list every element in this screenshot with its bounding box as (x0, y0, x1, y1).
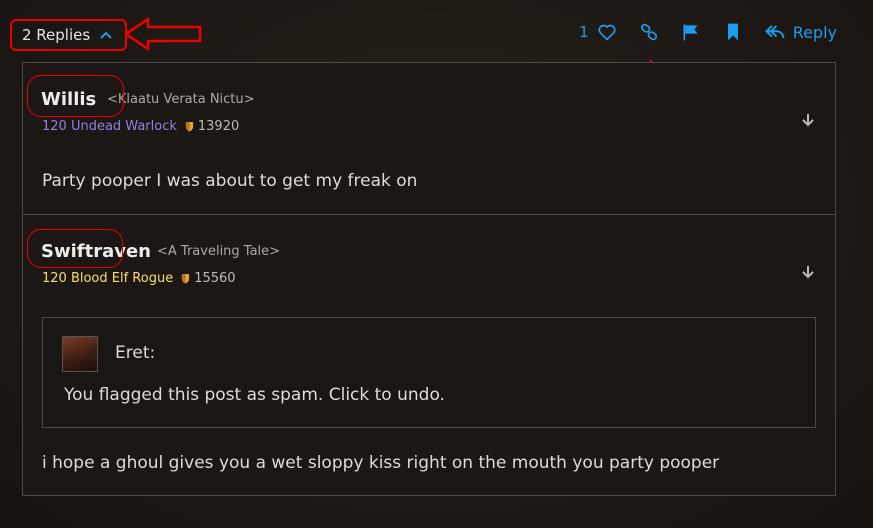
post-body: Party pooper I was about to get my freak… (42, 171, 418, 191)
heart-icon[interactable] (597, 22, 617, 42)
annotation-circle-author (27, 229, 123, 268)
bookmark-icon[interactable] (723, 22, 743, 42)
reply-post: Willis <Klaatu Verata Nictu> 120 Undead … (23, 63, 835, 215)
flag-undo-link[interactable]: You flagged this post as spam. Click to … (64, 385, 445, 405)
replies-thread: Willis <Klaatu Verata Nictu> 120 Undead … (22, 62, 836, 496)
flag-icon[interactable] (681, 22, 701, 42)
annotation-circle-author (27, 75, 124, 117)
reply-label: Reply (792, 22, 837, 42)
achievement-value: 13920 (197, 119, 240, 134)
reply-button[interactable]: Reply (764, 22, 837, 42)
shield-icon (185, 122, 193, 132)
character-meta: 120 Undead Warlock 13920 (42, 119, 239, 134)
arrow-down-icon[interactable] (801, 265, 815, 279)
quote-author: Eret: (115, 343, 156, 363)
arrow-down-icon[interactable] (801, 113, 815, 127)
annotation-box-replies (10, 19, 127, 51)
quoted-post: Eret: You flagged this post as spam. Cli… (42, 317, 816, 428)
achievement-points: 13920 (185, 119, 239, 134)
shield-icon (182, 274, 190, 284)
annotation-arrow (124, 17, 202, 51)
post-actions: 1 Reply (579, 22, 837, 42)
character-info[interactable]: 120 Blood Elf Rogue (42, 271, 173, 286)
reply-icon (764, 25, 785, 39)
avatar (62, 336, 98, 372)
guild-name[interactable]: <Klaatu Verata Nictu> (107, 92, 255, 107)
character-meta: 120 Blood Elf Rogue 15560 (42, 271, 236, 286)
like-count: 1 (579, 23, 589, 41)
reply-post: Swiftraven <A Traveling Tale> 120 Blood … (23, 215, 835, 495)
character-info[interactable]: 120 Undead Warlock (42, 119, 177, 134)
achievement-points: 15560 (181, 271, 236, 286)
thread-toolbar: 2 Replies 1 Reply (0, 0, 873, 68)
achievement-value: 15560 (194, 271, 236, 286)
post-body: i hope a ghoul gives you a wet sloppy ki… (42, 453, 720, 473)
guild-name[interactable]: <A Traveling Tale> (157, 244, 280, 259)
link-icon[interactable] (639, 22, 659, 42)
